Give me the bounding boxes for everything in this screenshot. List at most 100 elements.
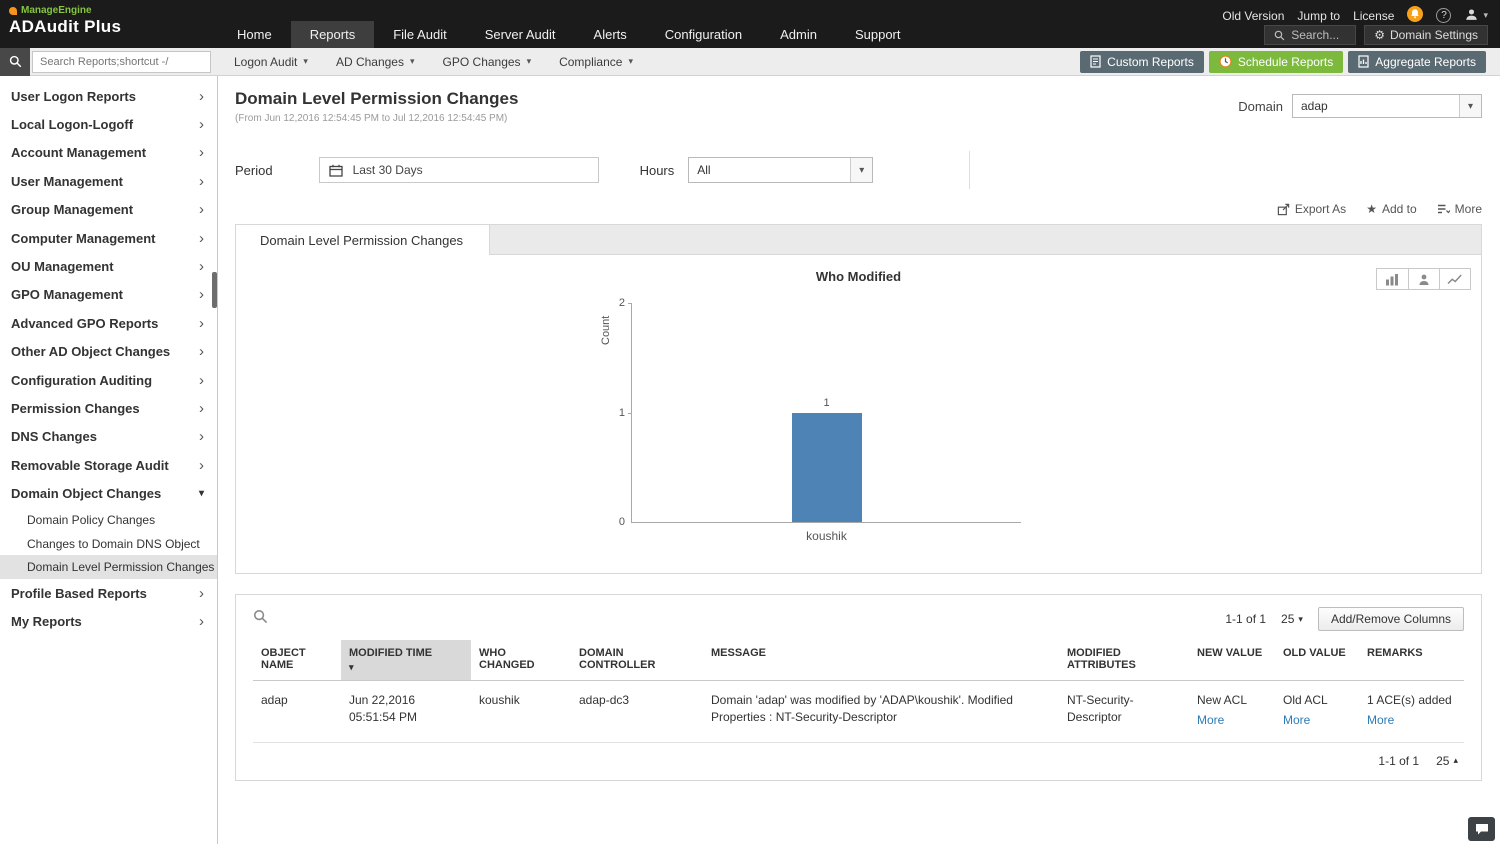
chevron-right-icon: › xyxy=(199,144,204,162)
chart-type-bar-button[interactable] xyxy=(1377,269,1408,289)
hours-select[interactable]: All ▾ xyxy=(688,157,874,183)
license-link[interactable]: License xyxy=(1353,9,1394,23)
nav-admin[interactable]: Admin xyxy=(761,21,836,48)
sidebar-item-label: Other AD Object Changes xyxy=(11,344,171,360)
custom-reports-button[interactable]: Custom Reports xyxy=(1080,50,1204,73)
column-header-who-changed[interactable]: WHO CHANGED xyxy=(471,640,571,681)
sidebar-item-my-reports[interactable]: My Reports › xyxy=(0,608,217,636)
nav-server-audit[interactable]: Server Audit xyxy=(466,21,575,48)
report-search-input[interactable] xyxy=(32,50,211,73)
domain-select[interactable]: adap ▾ xyxy=(1292,94,1482,118)
column-header-object-name[interactable]: OBJECT NAME xyxy=(253,640,341,681)
chart-body: Who Modified Count 2 1 0 1 koushik xyxy=(236,255,1481,573)
export-as-button[interactable]: Export As xyxy=(1277,202,1346,216)
sidebar-subitem-label: Domain Policy Changes xyxy=(27,512,156,527)
new-value-more-link[interactable]: More xyxy=(1197,712,1224,729)
sidebar-item-permission-changes[interactable]: Permission Changes › xyxy=(0,394,217,422)
page-size-select[interactable]: 25 ▾ xyxy=(1281,612,1303,626)
y-axis-title: Count xyxy=(600,315,612,345)
tab-domain-level-permission-changes[interactable]: Domain Level Permission Changes xyxy=(236,225,491,255)
nav-configuration[interactable]: Configuration xyxy=(646,21,761,48)
domain-settings-button[interactable]: ⚙ Domain Settings xyxy=(1364,25,1488,45)
chart-group-by-user-button[interactable] xyxy=(1408,269,1439,289)
menu-gpo-changes[interactable]: GPO Changes ▾ xyxy=(429,48,546,76)
sidebar-item-configuration-auditing[interactable]: Configuration Auditing › xyxy=(0,366,217,394)
table-toolbar-right: 1-1 of 1 25 ▾ Add/Remove Columns xyxy=(1225,607,1464,631)
nav-file-audit[interactable]: File Audit xyxy=(374,21,465,48)
column-header-modified-time[interactable]: MODIFIED TIME ▾ xyxy=(341,640,471,681)
nav-support[interactable]: Support xyxy=(836,21,920,48)
sidebar-subitem-domain-policy-changes[interactable]: Domain Policy Changes xyxy=(0,508,217,532)
column-header-old-value[interactable]: OLD VALUE xyxy=(1275,640,1359,681)
tick-mark xyxy=(628,412,632,414)
sidebar-item-ou-management[interactable]: OU Management › xyxy=(0,252,217,280)
cell-domain-controller: adap-dc3 xyxy=(571,680,703,743)
app-logo[interactable]: ManageEngine ADAudit Plus xyxy=(0,0,218,48)
chart-type-line-button[interactable] xyxy=(1439,269,1470,289)
notifications-bell-icon[interactable] xyxy=(1407,6,1424,25)
sidebar-item-local-logon-logoff[interactable]: Local Logon-Logoff › xyxy=(0,110,217,138)
nav-alerts[interactable]: Alerts xyxy=(575,21,646,48)
add-to-button[interactable]: ★ Add to xyxy=(1366,202,1416,216)
sidebar-item-dns-changes[interactable]: DNS Changes › xyxy=(0,423,217,451)
remarks-more-link[interactable]: More xyxy=(1367,712,1394,729)
chevron-right-icon: › xyxy=(199,428,204,446)
sidebar-subitem-changes-to-domain-dns-object[interactable]: Changes to Domain DNS Object xyxy=(0,532,217,556)
nav-home[interactable]: Home xyxy=(218,21,291,48)
table-row: adap Jun 22,2016 05:51:54 PM koushik ada… xyxy=(253,680,1464,743)
sidebar-item-computer-management[interactable]: Computer Management › xyxy=(0,224,217,252)
sidebar-item-gpo-management[interactable]: GPO Management › xyxy=(0,281,217,309)
period-value: Last 30 Days xyxy=(352,163,423,177)
old-value-more-link[interactable]: More xyxy=(1283,712,1310,729)
sidebar-item-advanced-gpo-reports[interactable]: Advanced GPO Reports › xyxy=(0,309,217,337)
add-remove-columns-button[interactable]: Add/Remove Columns xyxy=(1317,607,1464,631)
list-icon xyxy=(1437,204,1450,214)
pagination-info-bottom: 1-1 of 1 xyxy=(1378,753,1420,768)
menu-logon-audit[interactable]: Logon Audit ▾ xyxy=(220,48,322,76)
chevron-down-icon: ▾ xyxy=(303,56,308,66)
sidebar-item-other-ad-object-changes[interactable]: Other AD Object Changes › xyxy=(0,338,217,366)
column-header-new-value[interactable]: NEW VALUE xyxy=(1189,640,1275,681)
sidebar-scrollbar[interactable] xyxy=(212,272,217,308)
sidebar-item-user-logon-reports[interactable]: User Logon Reports › xyxy=(0,82,217,110)
feedback-chat-button[interactable] xyxy=(1468,817,1495,841)
table-toolbar: 1-1 of 1 25 ▾ Add/Remove Columns xyxy=(253,604,1464,634)
table-search-icon[interactable] xyxy=(253,609,268,629)
user-account-menu[interactable]: ▾ xyxy=(1464,7,1488,25)
chart-bar[interactable] xyxy=(791,412,862,522)
sidebar-item-removable-storage-audit[interactable]: Removable Storage Audit › xyxy=(0,451,217,479)
menu-compliance[interactable]: Compliance ▾ xyxy=(545,48,647,76)
filter-section: Period Last 30 Days Hours All ▾ xyxy=(235,151,971,189)
menu-label: GPO Changes xyxy=(442,54,521,69)
cell-object-name: adap xyxy=(253,680,341,743)
pagination-info: 1-1 of 1 xyxy=(1225,612,1267,626)
sort-desc-icon: ▾ xyxy=(349,662,354,672)
sidebar-item-user-management[interactable]: User Management › xyxy=(0,167,217,195)
report-search-button[interactable] xyxy=(0,47,30,76)
global-search-placeholder: Search... xyxy=(1291,28,1340,42)
aggregate-reports-button[interactable]: Aggregate Reports xyxy=(1348,50,1486,73)
period-picker[interactable]: Last 30 Days xyxy=(318,157,599,183)
more-button[interactable]: More xyxy=(1437,202,1482,216)
sidebar-item-account-management[interactable]: Account Management › xyxy=(0,139,217,167)
help-icon[interactable]: ? xyxy=(1436,8,1452,23)
sidebar-item-profile-based-reports[interactable]: Profile Based Reports › xyxy=(0,579,217,607)
column-header-remarks[interactable]: REMARKS xyxy=(1359,640,1464,681)
chevron-right-icon: › xyxy=(199,172,204,190)
sidebar-item-group-management[interactable]: Group Management › xyxy=(0,196,217,224)
chevron-down-icon: ▾ xyxy=(628,56,633,66)
column-header-modified-attributes[interactable]: MODIFIED ATTRIBUTES xyxy=(1059,640,1189,681)
sidebar-subitem-domain-level-permission-changes[interactable]: Domain Level Permission Changes xyxy=(0,555,217,580)
sidebar-item-domain-object-changes[interactable]: Domain Object Changes ▾ xyxy=(0,479,217,507)
schedule-reports-button[interactable]: Schedule Reports xyxy=(1208,50,1344,73)
page-size-select-bottom[interactable]: 25 ▴ xyxy=(1436,754,1458,768)
menu-ad-changes[interactable]: AD Changes ▾ xyxy=(322,48,429,76)
page-size-value: 25 xyxy=(1436,753,1450,768)
column-header-message[interactable]: MESSAGE xyxy=(703,640,1059,681)
sidebar-item-label: Configuration Auditing xyxy=(11,372,153,388)
old-version-link[interactable]: Old Version xyxy=(1222,9,1284,23)
global-search-input[interactable]: Search... xyxy=(1264,25,1357,45)
column-header-domain-controller[interactable]: DOMAIN CONTROLLER xyxy=(571,640,703,681)
nav-reports[interactable]: Reports xyxy=(290,21,375,48)
jump-to-link[interactable]: Jump to xyxy=(1297,9,1340,23)
